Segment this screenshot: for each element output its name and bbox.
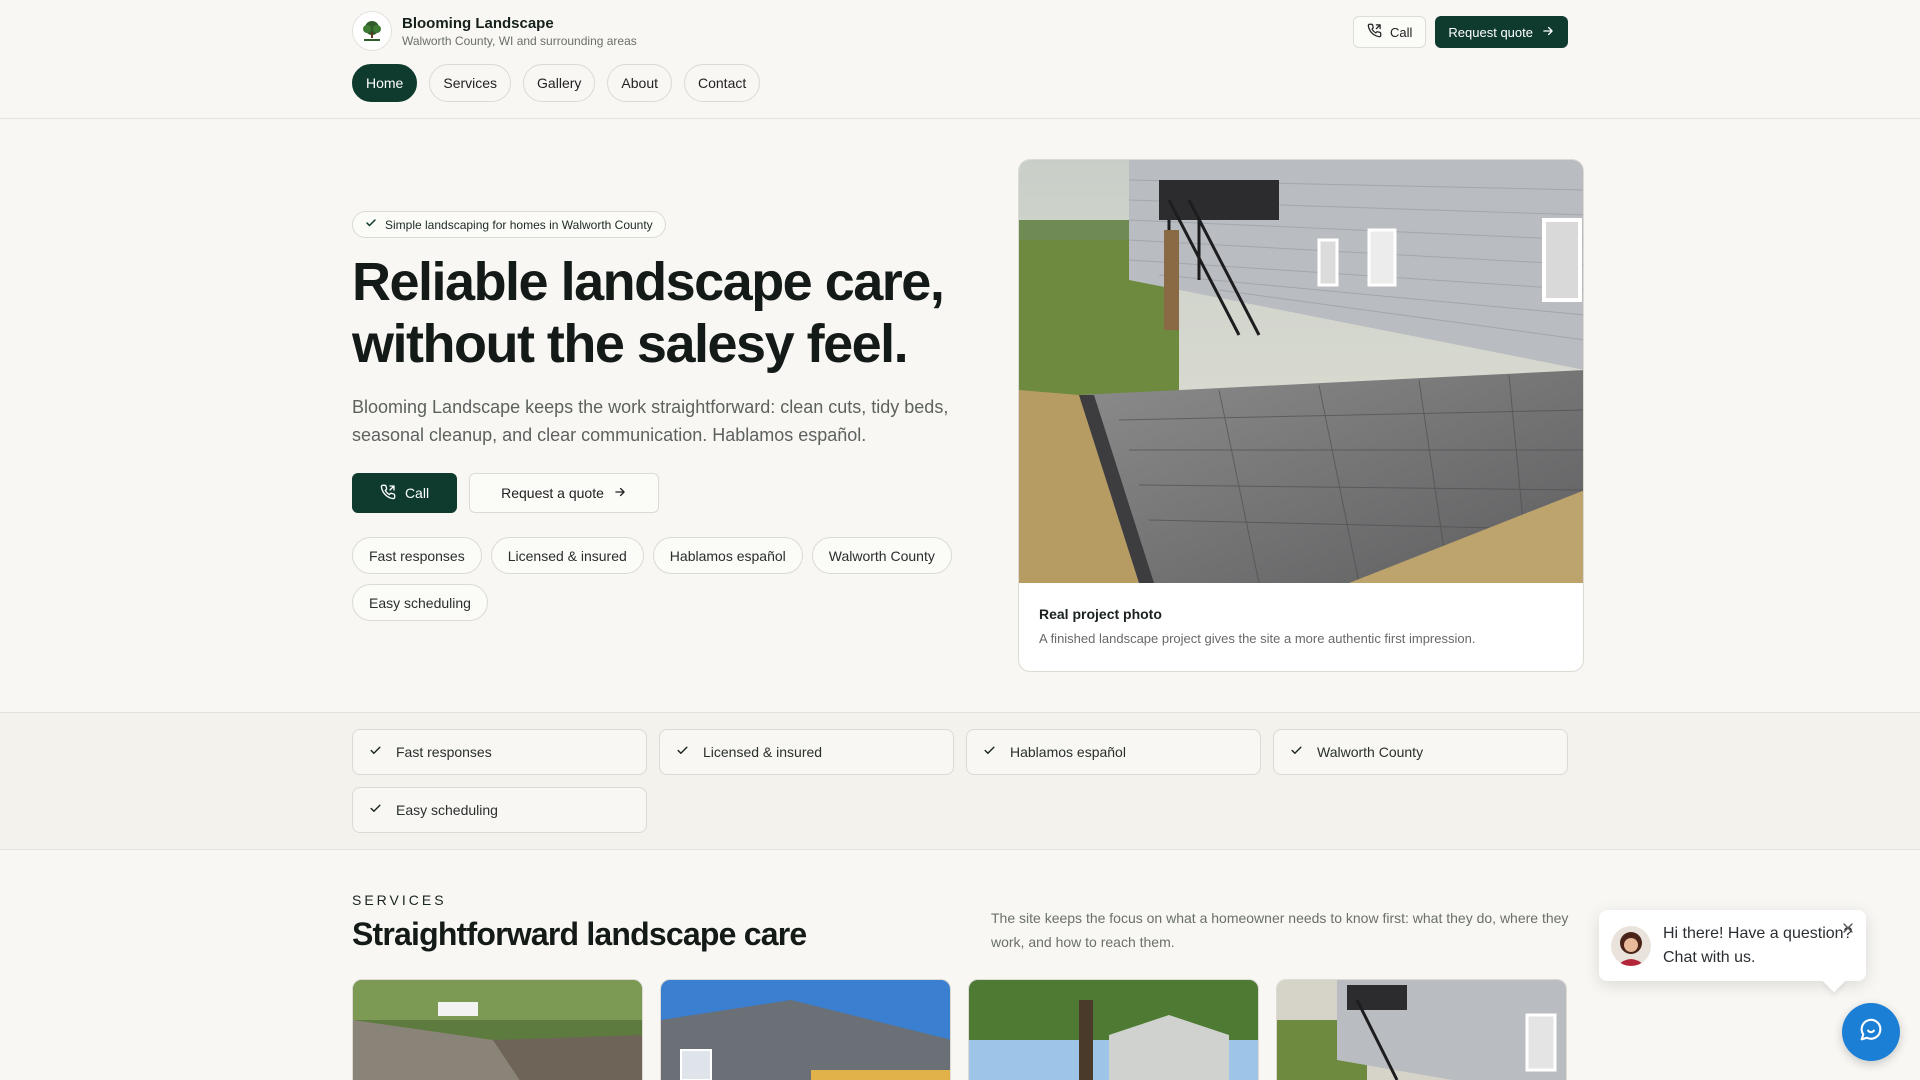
hero-section: Simple landscaping for homes in Walworth… (0, 119, 1920, 712)
brand-tagline: Walworth County, WI and surrounding area… (402, 33, 637, 48)
check-icon (369, 802, 382, 818)
chat-popup[interactable]: Hi there! Have a question? Chat with us. (1599, 910, 1866, 981)
header-call-button[interactable]: Call (1353, 16, 1427, 48)
brand[interactable]: Blooming Landscape Walworth County, WI a… (352, 11, 637, 51)
hero-chips: Fast responses Licensed & insured Hablam… (352, 537, 972, 621)
header-request-quote-button[interactable]: Request quote (1435, 16, 1568, 48)
phone-icon (1367, 23, 1382, 41)
hero-description: Blooming Landscape keeps the work straig… (352, 397, 949, 445)
hero-title-line1: Reliable landscape care, (352, 252, 945, 312)
chat-line2: Chat with us. (1663, 949, 1756, 966)
service-card-patio[interactable] (1276, 979, 1567, 1080)
feature-label: Hablamos español (1010, 744, 1126, 760)
arrow-right-icon (1541, 24, 1555, 41)
service-card-fencing[interactable] (660, 979, 951, 1080)
chip-walworth-county: Walworth County (811, 537, 952, 574)
feature-licensed-insured: Licensed & insured (659, 729, 954, 775)
chat-launcher-button[interactable] (1842, 1003, 1900, 1061)
check-icon (1290, 744, 1303, 760)
feature-label: Easy scheduling (396, 802, 498, 818)
feature-label: Walworth County (1317, 744, 1424, 760)
hero-call-button[interactable]: Call (352, 473, 457, 513)
header-call-label: Call (1390, 24, 1413, 40)
feature-walworth-county: Walworth County (1273, 729, 1568, 775)
feature-hablamos-espanol: Hablamos español (966, 729, 1261, 775)
services-title: Straightforward landscape care (352, 916, 807, 952)
service-card-lawn-care[interactable] (968, 979, 1259, 1080)
photo-caption-title: Real project photo (1039, 606, 1162, 622)
nav-services[interactable]: Services (429, 64, 512, 102)
chat-agent-avatar (1611, 926, 1651, 966)
site-header: Blooming Landscape Walworth County, WI a… (0, 0, 1920, 119)
chip-hablamos-espanol: Hablamos español (652, 537, 803, 574)
brand-name: Blooming Landscape (402, 14, 554, 32)
nav-home[interactable]: Home (352, 64, 418, 102)
main-nav: Home Services Gallery About Contact (352, 64, 761, 102)
check-icon (369, 744, 382, 760)
hero-title: Reliable landscape care, without the sal… (352, 251, 952, 375)
hero-request-quote-button[interactable]: Request a quote (469, 473, 659, 513)
chip-easy-scheduling: Easy scheduling (352, 584, 488, 621)
chat-bubble-icon (1857, 1016, 1885, 1049)
feature-fast-responses: Fast responses (352, 729, 647, 775)
feature-label: Fast responses (396, 744, 492, 760)
brand-logo-icon (352, 11, 392, 51)
check-icon (676, 744, 689, 760)
project-photo-card: Real project photo A finished landscape … (1018, 159, 1584, 672)
services-note: The site keeps the focus on what a homeo… (991, 910, 1569, 950)
check-icon (365, 217, 377, 232)
chip-fast-responses: Fast responses (352, 537, 482, 574)
hero-badge: Simple landscaping for homes in Walworth… (352, 211, 666, 238)
hero-badge-text: Simple landscaping for homes in Walworth… (385, 217, 653, 232)
service-card-hardscape[interactable] (352, 979, 643, 1080)
services-eyebrow: SERVICES (352, 892, 447, 908)
features-band: Fast responses Licensed & insured Hablam… (0, 712, 1920, 850)
close-icon[interactable] (1840, 920, 1856, 936)
hero-call-label: Call (404, 485, 430, 501)
feature-easy-scheduling: Easy scheduling (352, 787, 647, 833)
photo-caption-text: A finished landscape project gives the s… (1039, 631, 1476, 646)
nav-contact[interactable]: Contact (684, 64, 761, 102)
chat-message: Hi there! Have a question? Chat with us. (1663, 922, 1852, 970)
hero-quote-label: Request a quote (501, 485, 604, 501)
nav-about[interactable]: About (607, 64, 672, 102)
phone-icon (380, 484, 396, 503)
project-photo (1019, 160, 1583, 583)
check-icon (983, 744, 996, 760)
hero-title-line2: without the salesy feel. (352, 314, 909, 374)
chip-licensed-insured: Licensed & insured (490, 537, 644, 574)
arrow-right-icon (613, 485, 627, 502)
nav-gallery[interactable]: Gallery (523, 64, 596, 102)
header-quote-label: Request quote (1448, 24, 1533, 40)
feature-label: Licensed & insured (703, 744, 823, 760)
chat-line1: Hi there! Have a question? (1663, 925, 1853, 942)
